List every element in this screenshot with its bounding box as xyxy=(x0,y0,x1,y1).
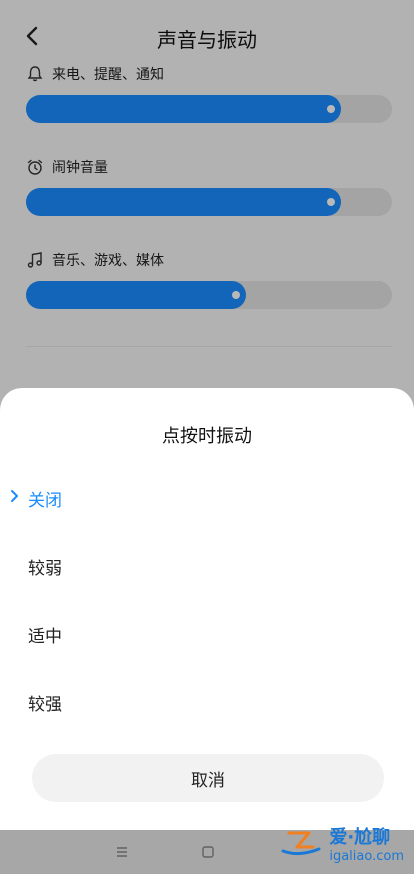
option-weak[interactable]: 较弱 xyxy=(28,554,62,579)
vibration-bottom-sheet: 点按时振动 关闭 较弱 适中 较强 取消 xyxy=(0,388,414,830)
option-off[interactable]: 关闭 xyxy=(28,486,62,511)
watermark-text-en: igaliao.com xyxy=(329,849,404,864)
cancel-button-label: 取消 xyxy=(191,770,225,791)
watermark-logo-icon xyxy=(281,831,321,855)
watermark: 爱·尬聊 igaliao.com xyxy=(279,823,404,864)
cancel-button[interactable]: 取消 xyxy=(32,754,384,802)
option-strong[interactable]: 较强 xyxy=(28,690,62,715)
option-medium[interactable]: 适中 xyxy=(28,622,62,647)
selected-chevron-icon xyxy=(11,490,18,502)
sheet-title: 点按时振动 xyxy=(162,426,252,447)
watermark-text-cn: 爱·尬聊 xyxy=(329,827,391,848)
